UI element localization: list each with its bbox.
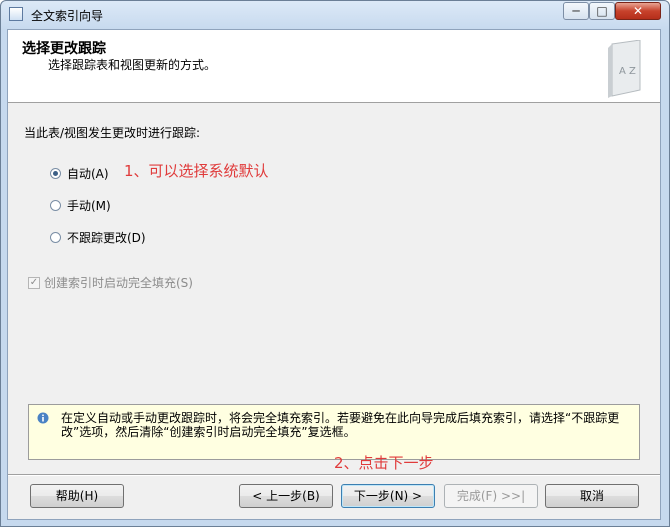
title-bar: 全文索引向导 ─ □ ✕	[1, 1, 669, 29]
close-button[interactable]: ✕	[615, 2, 661, 20]
option-no-tracking[interactable]: 不跟踪更改(D)	[50, 228, 146, 246]
annotation-choose-default: 1、可以选择系统默认	[124, 162, 269, 180]
full-population-checkbox: ✓	[28, 276, 40, 289]
full-population-option: ✓ 创建索引时启动完全填充(S)	[28, 274, 193, 291]
minimize-button[interactable]: ─	[563, 2, 589, 20]
app-icon	[9, 7, 23, 21]
maximize-button[interactable]: □	[589, 2, 615, 20]
radio-auto[interactable]	[50, 167, 61, 179]
page-title: 选择更改跟踪	[22, 41, 106, 57]
finish-button: 完成(F) >>|	[444, 484, 538, 508]
option-no-tracking-label: 不跟踪更改(D)	[67, 230, 146, 245]
wizard-header: 选择更改跟踪 选择跟踪表和视图更新的方式。 A Z	[8, 30, 660, 103]
book-logo-text: A Z	[619, 66, 636, 77]
radio-manual[interactable]	[50, 199, 61, 211]
book-icon: A Z	[608, 40, 641, 98]
back-button[interactable]: < 上一步(B)	[239, 484, 333, 508]
option-manual[interactable]: 手动(M)	[50, 196, 111, 214]
radio-no-tracking[interactable]	[50, 231, 61, 243]
cancel-button[interactable]: 取消	[545, 484, 639, 508]
info-icon	[37, 412, 49, 424]
footer-divider	[8, 474, 660, 476]
page-subtitle: 选择跟踪表和视图更新的方式。	[48, 58, 217, 72]
tracking-prompt: 当此表/视图发生更改时进行跟踪:	[24, 126, 201, 140]
option-auto[interactable]: 自动(A)	[50, 164, 109, 182]
option-auto-label: 自动(A)	[67, 166, 109, 181]
full-population-label: 创建索引时启动完全填充(S)	[44, 276, 193, 290]
window-title: 全文索引向导	[31, 9, 104, 23]
info-text: 在定义自动或手动更改跟踪时，将会完全填充索引。若要避免在此向导完成后填充索引，请…	[61, 411, 620, 439]
annotation-click-next: 2、点击下一步	[334, 454, 434, 472]
help-button[interactable]: 帮助(H)	[30, 484, 124, 508]
next-button[interactable]: 下一步(N) >	[341, 484, 435, 508]
wizard-body: 选择更改跟踪 选择跟踪表和视图更新的方式。 A Z 当此表/视图发生更改时进行跟…	[7, 29, 661, 520]
option-manual-label: 手动(M)	[67, 198, 111, 213]
wizard-window: 全文索引向导 ─ □ ✕ 选择更改跟踪 选择跟踪表和视图更新的方式。 A Z 当…	[0, 0, 670, 527]
